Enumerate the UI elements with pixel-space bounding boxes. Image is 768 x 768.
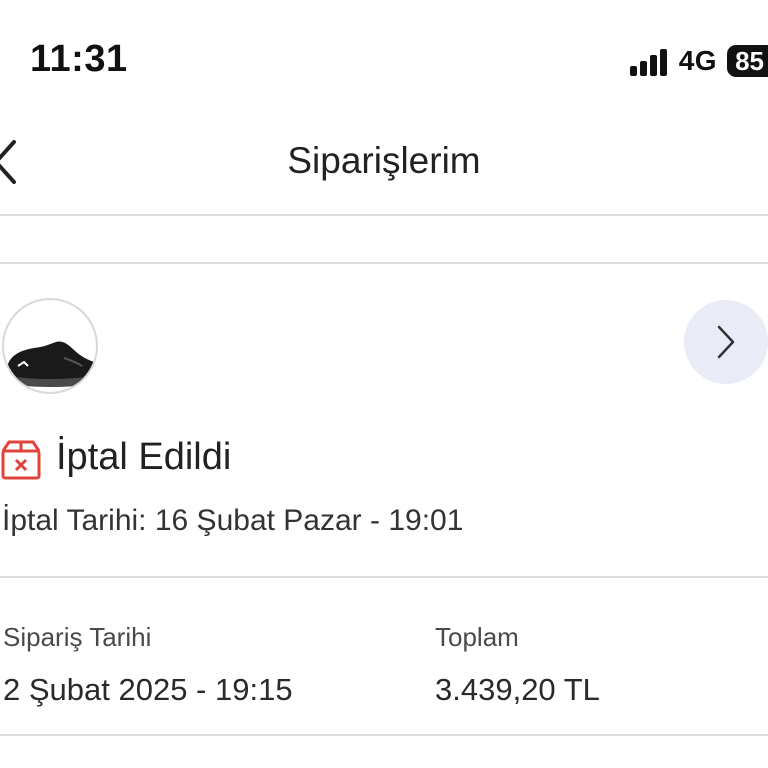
chevron-right-icon — [717, 325, 735, 359]
sneaker-image — [8, 341, 94, 387]
order-date-label: Sipariş Tarihi — [3, 622, 152, 652]
cancelled-package-icon — [0, 440, 42, 480]
battery-icon: 85 — [727, 45, 768, 77]
total-label: Toplam — [435, 622, 519, 652]
status-time: 11:31 — [30, 38, 128, 80]
card-bottom-divider — [0, 734, 768, 736]
orders-page: 11:31 4G 85 Siparişlerim İptal Edildi İp… — [0, 0, 768, 768]
page-title: Siparişlerim — [287, 140, 481, 181]
order-status-label: İptal Edildi — [56, 436, 232, 478]
status-indicators: 4G 85 — [627, 44, 768, 78]
order-date-value: 2 Şubat 2025 - 19:15 — [3, 672, 293, 707]
signal-bars-icon — [627, 46, 667, 76]
total-value: 3.439,20 TL — [435, 672, 600, 707]
status-divider — [0, 576, 768, 578]
network-label: 4G — [678, 45, 718, 76]
card-top-divider — [0, 262, 768, 264]
product-thumbnail[interactable] — [2, 298, 98, 394]
cancel-date: İptal Tarihi: 16 Şubat Pazar - 19:01 — [2, 504, 464, 537]
order-detail-button[interactable] — [684, 300, 768, 384]
header-divider — [0, 214, 768, 216]
